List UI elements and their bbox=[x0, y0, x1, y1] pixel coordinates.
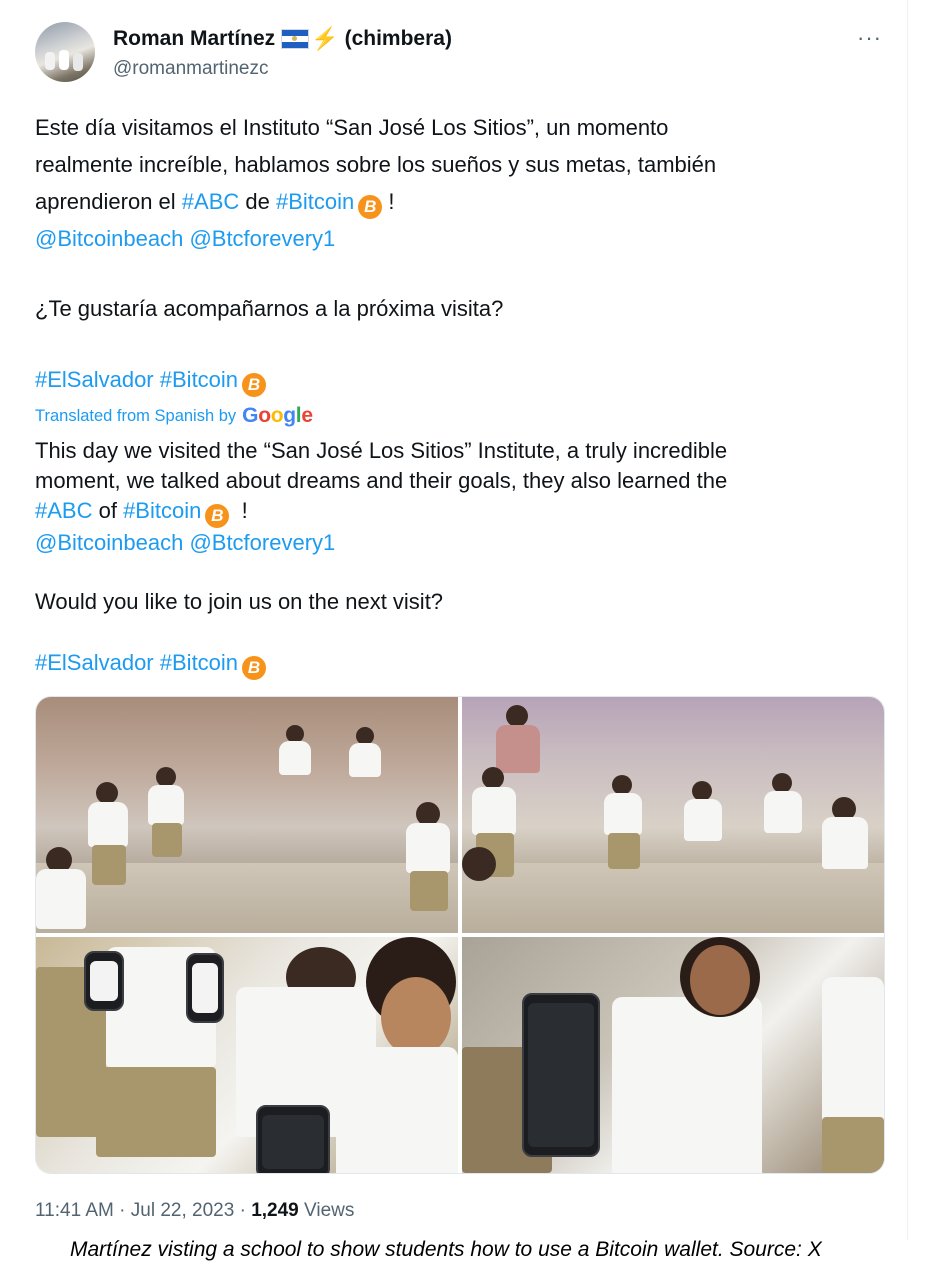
el-salvador-flag-icon bbox=[281, 29, 310, 49]
tweet-card: Roman Martínez ⚡ (chimbera) @romanmartin… bbox=[0, 0, 908, 1240]
hashtag-abc[interactable]: #ABC bbox=[182, 189, 239, 214]
tweet-line: Este día visitamos el Instituto “San Jos… bbox=[35, 115, 669, 140]
bitcoin-icon: B bbox=[205, 504, 230, 528]
hashtag-bitcoin[interactable]: #Bitcoin bbox=[160, 650, 238, 675]
google-logo: Google bbox=[242, 404, 313, 427]
views-label: Views bbox=[298, 1200, 355, 1221]
author-handle[interactable]: @romanmartinezc bbox=[113, 58, 269, 80]
hashtag-elsalvador[interactable]: #ElSalvador bbox=[35, 650, 154, 675]
tweet-line: realmente increíble, hablamos sobre los … bbox=[35, 152, 717, 177]
hashtag-bitcoin[interactable]: #Bitcoin bbox=[123, 498, 201, 523]
hashtag-bitcoin[interactable]: #Bitcoin bbox=[160, 367, 238, 392]
tweet-time[interactable]: 11:41 AM bbox=[35, 1200, 114, 1221]
mentions-line: @Bitcoinbeach @Btcforevery1 bbox=[35, 220, 885, 257]
translated-hashtags: #ElSalvador #Bitcoin B bbox=[35, 644, 885, 681]
lightning-bolt-icon: ⚡ bbox=[311, 26, 339, 51]
tweet-meta: 11:41 AM · Jul 22, 2023 · 1,249 Views bbox=[35, 1200, 355, 1221]
hashtag-elsalvador[interactable]: #ElSalvador bbox=[35, 367, 154, 392]
mention-btcforevery1[interactable]: @Btcforevery1 bbox=[189, 226, 335, 251]
bitcoin-icon: B bbox=[242, 656, 267, 680]
translated-text: This day we visited the “San José Los Si… bbox=[35, 438, 728, 555]
mention-bitcoinbeach[interactable]: @Bitcoinbeach bbox=[35, 226, 183, 251]
photo-student-holding-wallet[interactable] bbox=[462, 937, 884, 1173]
more-options-icon[interactable]: ··· bbox=[857, 25, 882, 51]
translation-label: Translated from Spanish by bbox=[35, 406, 237, 425]
bitcoin-icon: B bbox=[358, 195, 383, 219]
tweet-date[interactable]: Jul 22, 2023 bbox=[131, 1200, 235, 1221]
author-nickname: (chimbera) bbox=[344, 27, 452, 50]
photo-classroom-circle-1[interactable] bbox=[36, 697, 458, 933]
author-name-row[interactable]: Roman Martínez ⚡ (chimbera) bbox=[113, 26, 452, 52]
translation-attribution[interactable]: Translated from Spanish by Google bbox=[35, 404, 313, 428]
tweet-question: ¿Te gustaría acompañarnos a la próxima v… bbox=[35, 296, 504, 321]
bitcoin-icon: B bbox=[242, 373, 267, 397]
author-avatar[interactable] bbox=[35, 22, 95, 82]
tweet-hashtags: #ElSalvador #Bitcoin B bbox=[35, 361, 885, 398]
mention-bitcoinbeach[interactable]: @Bitcoinbeach bbox=[35, 530, 183, 555]
tweet-line: aprendieron el #ABC de #Bitcoin B ! bbox=[35, 183, 885, 220]
views-count: 1,249 bbox=[251, 1200, 299, 1221]
tweet-text: Este día visitamos el Instituto “San Jos… bbox=[35, 109, 885, 257]
hashtag-abc[interactable]: #ABC bbox=[35, 498, 92, 523]
photo-classroom-circle-2[interactable] bbox=[462, 697, 884, 933]
author-name[interactable]: Roman Martínez bbox=[113, 27, 275, 51]
photo-students-with-phones[interactable] bbox=[36, 937, 458, 1173]
translated-question: Would you like to join us on the next vi… bbox=[35, 589, 444, 614]
photo-gallery bbox=[35, 696, 885, 1174]
mention-btcforevery1[interactable]: @Btcforevery1 bbox=[189, 530, 335, 555]
image-caption: Martínez visting a school to show studen… bbox=[70, 1238, 822, 1261]
hashtag-bitcoin[interactable]: #Bitcoin bbox=[276, 189, 354, 214]
